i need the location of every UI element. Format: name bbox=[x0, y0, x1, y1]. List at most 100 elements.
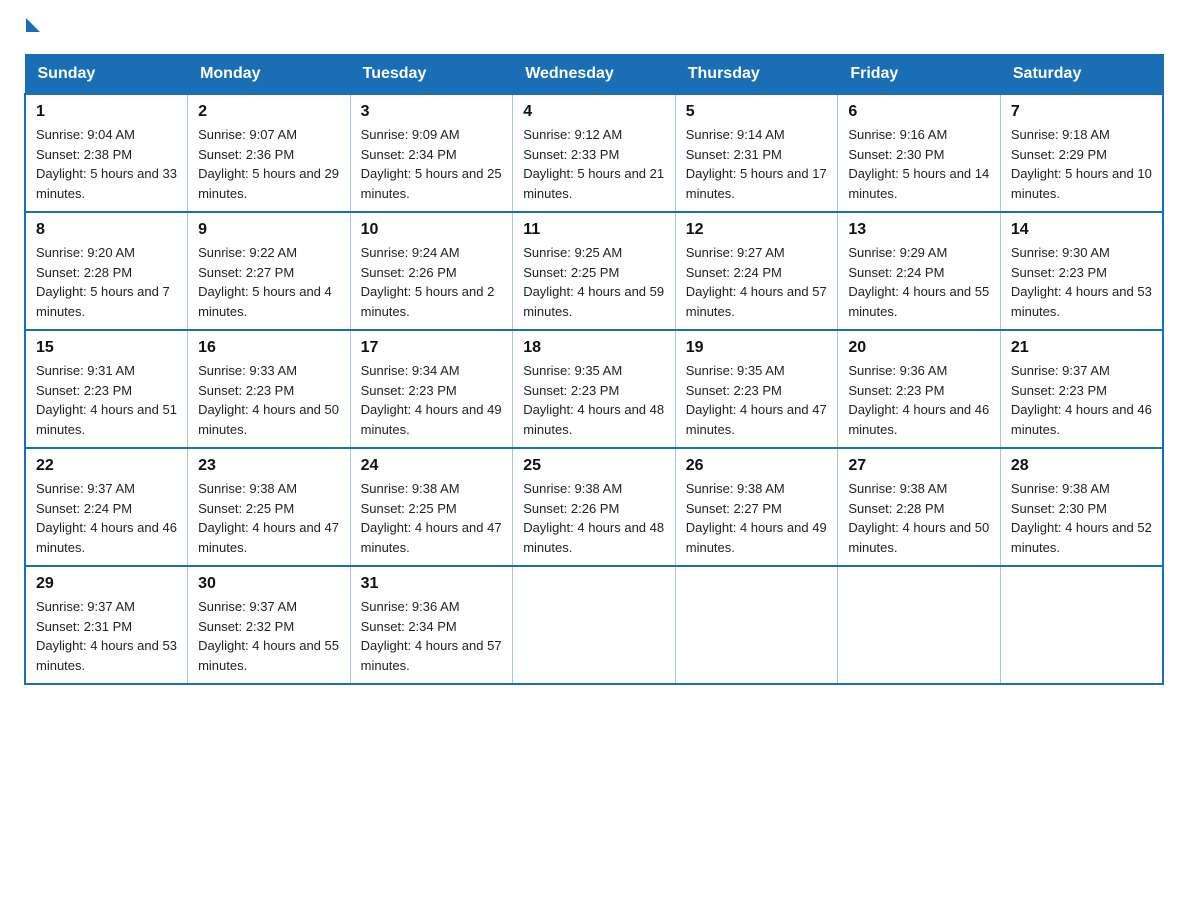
day-number: 2 bbox=[198, 103, 340, 121]
calendar-day-cell: 25Sunrise: 9:38 AMSunset: 2:26 PMDayligh… bbox=[513, 448, 676, 566]
calendar-day-header: Saturday bbox=[1000, 55, 1163, 95]
calendar-day-cell bbox=[838, 566, 1001, 684]
day-info: Sunrise: 9:14 AMSunset: 2:31 PMDaylight:… bbox=[686, 125, 828, 203]
calendar-week-row: 29Sunrise: 9:37 AMSunset: 2:31 PMDayligh… bbox=[25, 566, 1163, 684]
calendar-day-cell bbox=[513, 566, 676, 684]
calendar-day-cell: 24 Sunrise: 9:38 AMSunset: 2:25 PMDayligh… bbox=[350, 448, 513, 566]
day-info: Sunrise: 9:38 AMSunset: 2:25 PMDaylight:… bbox=[361, 479, 503, 557]
calendar-day-header: Thursday bbox=[675, 55, 838, 95]
day-info: Sunrise: 9:30 AMSunset: 2:23 PMDaylight:… bbox=[1011, 243, 1152, 321]
day-info: Sunrise: 9:09 AMSunset: 2:34 PMDaylight:… bbox=[361, 125, 503, 203]
calendar-day-cell: 18Sunrise: 9:35 AMSunset: 2:23 PMDayligh… bbox=[513, 330, 676, 448]
day-number: 31 bbox=[361, 575, 503, 593]
day-number: 23 bbox=[198, 457, 340, 475]
day-number: 1 bbox=[36, 103, 177, 121]
calendar-day-header: Monday bbox=[188, 55, 351, 95]
day-info: Sunrise: 9:38 AMSunset: 2:27 PMDaylight:… bbox=[686, 479, 828, 557]
calendar-week-row: 15 Sunrise: 9:31 AMSunset: 2:23 PMDayligh… bbox=[25, 330, 1163, 448]
calendar-day-cell: 14 Sunrise: 9:30 AMSunset: 2:23 PMDayligh… bbox=[1000, 212, 1163, 330]
calendar-day-cell: 23 Sunrise: 9:38 AMSunset: 2:25 PMDayligh… bbox=[188, 448, 351, 566]
day-number: 8 bbox=[36, 221, 177, 239]
day-number: 22 bbox=[36, 457, 177, 475]
day-number: 15 bbox=[36, 339, 177, 357]
calendar-day-cell: 10 Sunrise: 9:24 AMSunset: 2:26 PMDayligh… bbox=[350, 212, 513, 330]
calendar-day-header: Sunday bbox=[25, 55, 188, 95]
day-number: 25 bbox=[523, 457, 665, 475]
calendar-week-row: 22 Sunrise: 9:37 AMSunset: 2:24 PMDayligh… bbox=[25, 448, 1163, 566]
day-number: 30 bbox=[198, 575, 340, 593]
day-number: 18 bbox=[523, 339, 665, 357]
calendar-day-cell: 12Sunrise: 9:27 AMSunset: 2:24 PMDayligh… bbox=[675, 212, 838, 330]
day-number: 19 bbox=[686, 339, 828, 357]
day-info: Sunrise: 9:33 AMSunset: 2:23 PMDaylight:… bbox=[198, 361, 340, 439]
calendar-day-cell bbox=[675, 566, 838, 684]
day-number: 13 bbox=[848, 221, 990, 239]
day-info: Sunrise: 9:18 AMSunset: 2:29 PMDaylight:… bbox=[1011, 125, 1152, 203]
calendar-day-cell: 3 Sunrise: 9:09 AMSunset: 2:34 PMDaylight… bbox=[350, 94, 513, 212]
day-number: 10 bbox=[361, 221, 503, 239]
calendar-day-cell: 30 Sunrise: 9:37 AMSunset: 2:32 PMDayligh… bbox=[188, 566, 351, 684]
day-info: Sunrise: 9:22 AMSunset: 2:27 PMDaylight:… bbox=[198, 243, 340, 321]
day-number: 4 bbox=[523, 103, 665, 121]
calendar-day-header: Tuesday bbox=[350, 55, 513, 95]
calendar-day-cell: 27 Sunrise: 9:38 AMSunset: 2:28 PMDayligh… bbox=[838, 448, 1001, 566]
day-info: Sunrise: 9:12 AMSunset: 2:33 PMDaylight:… bbox=[523, 125, 665, 203]
page-header bbox=[24, 24, 1164, 38]
day-number: 26 bbox=[686, 457, 828, 475]
calendar-day-cell: 8 Sunrise: 9:20 AMSunset: 2:28 PMDaylight… bbox=[25, 212, 188, 330]
calendar-day-header: Friday bbox=[838, 55, 1001, 95]
day-info: Sunrise: 9:36 AMSunset: 2:34 PMDaylight:… bbox=[361, 597, 503, 675]
calendar-day-cell: 17Sunrise: 9:34 AMSunset: 2:23 PMDayligh… bbox=[350, 330, 513, 448]
calendar-day-cell: 15 Sunrise: 9:31 AMSunset: 2:23 PMDayligh… bbox=[25, 330, 188, 448]
calendar-day-cell: 7Sunrise: 9:18 AMSunset: 2:29 PMDaylight… bbox=[1000, 94, 1163, 212]
calendar-day-cell: 28Sunrise: 9:38 AMSunset: 2:30 PMDayligh… bbox=[1000, 448, 1163, 566]
calendar-week-row: 1 Sunrise: 9:04 AMSunset: 2:38 PMDaylight… bbox=[25, 94, 1163, 212]
calendar-table: SundayMondayTuesdayWednesdayThursdayFrid… bbox=[24, 54, 1164, 685]
day-number: 24 bbox=[361, 457, 503, 475]
calendar-day-cell: 29Sunrise: 9:37 AMSunset: 2:31 PMDayligh… bbox=[25, 566, 188, 684]
calendar-day-cell bbox=[1000, 566, 1163, 684]
day-info: Sunrise: 9:38 AMSunset: 2:25 PMDaylight:… bbox=[198, 479, 340, 557]
calendar-day-cell: 19 Sunrise: 9:35 AMSunset: 2:23 PMDayligh… bbox=[675, 330, 838, 448]
day-info: Sunrise: 9:25 AMSunset: 2:25 PMDaylight:… bbox=[523, 243, 665, 321]
day-number: 27 bbox=[848, 457, 990, 475]
day-number: 20 bbox=[848, 339, 990, 357]
calendar-day-cell: 6Sunrise: 9:16 AMSunset: 2:30 PMDaylight… bbox=[838, 94, 1001, 212]
day-info: Sunrise: 9:37 AMSunset: 2:32 PMDaylight:… bbox=[198, 597, 340, 675]
calendar-day-cell: 22 Sunrise: 9:37 AMSunset: 2:24 PMDayligh… bbox=[25, 448, 188, 566]
calendar-day-cell: 21Sunrise: 9:37 AMSunset: 2:23 PMDayligh… bbox=[1000, 330, 1163, 448]
day-info: Sunrise: 9:35 AMSunset: 2:23 PMDaylight:… bbox=[686, 361, 828, 439]
day-info: Sunrise: 9:31 AMSunset: 2:23 PMDaylight:… bbox=[36, 361, 177, 439]
day-info: Sunrise: 9:27 AMSunset: 2:24 PMDaylight:… bbox=[686, 243, 828, 321]
day-info: Sunrise: 9:20 AMSunset: 2:28 PMDaylight:… bbox=[36, 243, 177, 321]
day-info: Sunrise: 9:07 AMSunset: 2:36 PMDaylight:… bbox=[198, 125, 340, 203]
day-number: 16 bbox=[198, 339, 340, 357]
day-number: 11 bbox=[523, 221, 665, 239]
logo bbox=[24, 24, 40, 38]
day-number: 29 bbox=[36, 575, 177, 593]
day-number: 9 bbox=[198, 221, 340, 239]
logo-triangle-icon bbox=[26, 18, 40, 32]
day-number: 14 bbox=[1011, 221, 1152, 239]
calendar-day-cell: 2 Sunrise: 9:07 AMSunset: 2:36 PMDaylight… bbox=[188, 94, 351, 212]
day-info: Sunrise: 9:37 AMSunset: 2:24 PMDaylight:… bbox=[36, 479, 177, 557]
day-number: 6 bbox=[848, 103, 990, 121]
day-info: Sunrise: 9:24 AMSunset: 2:26 PMDaylight:… bbox=[361, 243, 503, 321]
day-info: Sunrise: 9:04 AMSunset: 2:38 PMDaylight:… bbox=[36, 125, 177, 203]
calendar-day-cell: 26 Sunrise: 9:38 AMSunset: 2:27 PMDayligh… bbox=[675, 448, 838, 566]
calendar-day-cell: 20 Sunrise: 9:36 AMSunset: 2:23 PMDayligh… bbox=[838, 330, 1001, 448]
day-number: 5 bbox=[686, 103, 828, 121]
day-info: Sunrise: 9:38 AMSunset: 2:28 PMDaylight:… bbox=[848, 479, 990, 557]
day-info: Sunrise: 9:36 AMSunset: 2:23 PMDaylight:… bbox=[848, 361, 990, 439]
day-number: 28 bbox=[1011, 457, 1152, 475]
calendar-header-row: SundayMondayTuesdayWednesdayThursdayFrid… bbox=[25, 55, 1163, 95]
day-info: Sunrise: 9:34 AMSunset: 2:23 PMDaylight:… bbox=[361, 361, 503, 439]
day-info: Sunrise: 9:37 AMSunset: 2:23 PMDaylight:… bbox=[1011, 361, 1152, 439]
calendar-day-cell: 4 Sunrise: 9:12 AMSunset: 2:33 PMDaylight… bbox=[513, 94, 676, 212]
calendar-day-cell: 5 Sunrise: 9:14 AMSunset: 2:31 PMDaylight… bbox=[675, 94, 838, 212]
calendar-day-cell: 31 Sunrise: 9:36 AMSunset: 2:34 PMDayligh… bbox=[350, 566, 513, 684]
calendar-day-header: Wednesday bbox=[513, 55, 676, 95]
day-number: 3 bbox=[361, 103, 503, 121]
calendar-day-cell: 9 Sunrise: 9:22 AMSunset: 2:27 PMDaylight… bbox=[188, 212, 351, 330]
day-info: Sunrise: 9:29 AMSunset: 2:24 PMDaylight:… bbox=[848, 243, 990, 321]
